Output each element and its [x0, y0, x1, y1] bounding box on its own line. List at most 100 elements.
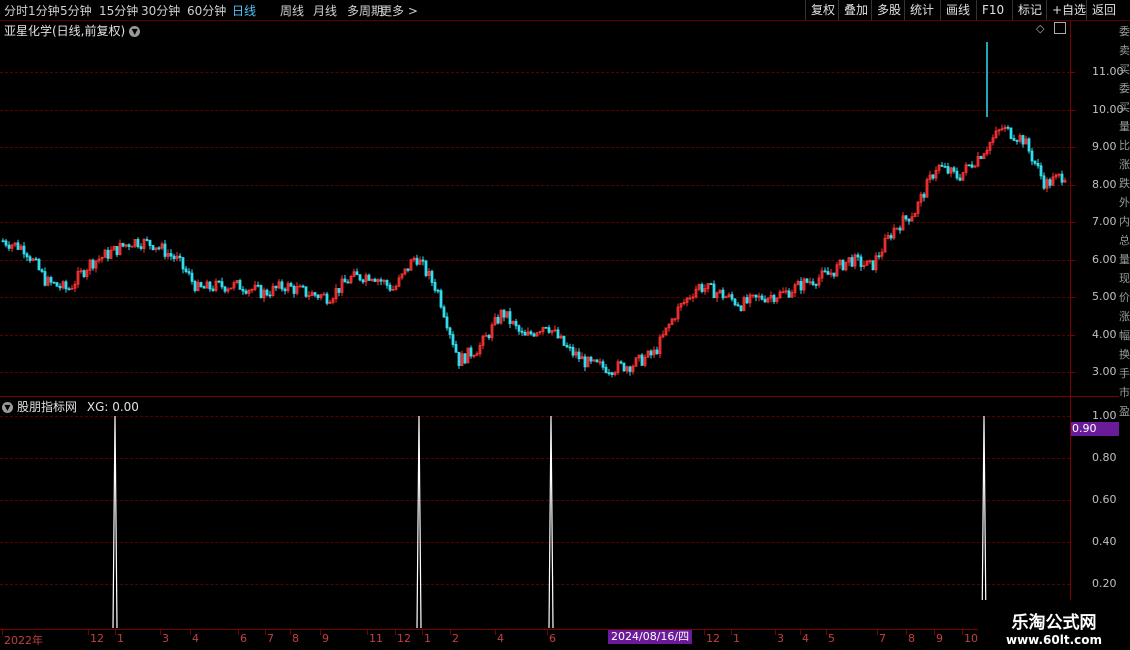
candle-body	[952, 167, 956, 172]
x-tick	[775, 630, 776, 635]
ruler-char: 价	[1119, 291, 1130, 304]
toolbar-button[interactable]: +自选	[1046, 0, 1091, 20]
candle-body	[241, 288, 245, 292]
x-tick-label: 6	[549, 632, 556, 645]
x-tick	[731, 630, 732, 635]
x-tick	[826, 630, 827, 635]
toolbar-button[interactable]: 叠加	[838, 0, 873, 20]
x-tick	[800, 630, 801, 635]
toolbar-button[interactable]: F10	[976, 0, 1009, 20]
x-tick-label: 8	[908, 632, 915, 645]
candle-body	[358, 274, 362, 281]
x-tick	[395, 630, 396, 635]
candle-body	[1012, 138, 1016, 141]
x-tick	[495, 630, 496, 635]
candle-body	[1009, 127, 1013, 139]
candle-body	[58, 285, 62, 289]
candle-body	[292, 285, 296, 294]
y-tick-label: 5.00	[1092, 290, 1117, 303]
candle-body	[1036, 162, 1040, 167]
toolbar-button[interactable]: 画线	[940, 0, 975, 20]
indicator-chart[interactable]	[0, 398, 1070, 628]
cursor-date-badge: 2024/08/16/四	[608, 630, 693, 644]
candle-body	[64, 281, 68, 290]
candle-body	[826, 271, 830, 275]
ruler-char: 涨	[1119, 158, 1130, 171]
candle-body	[943, 165, 947, 168]
candle-body	[958, 177, 962, 181]
candle-body	[517, 325, 521, 332]
x-tick	[115, 630, 116, 635]
candle-body	[190, 272, 194, 282]
candle-body	[283, 288, 287, 292]
candle-body	[547, 327, 551, 333]
period-tab[interactable]: 更多 >	[380, 2, 418, 19]
candle-body	[280, 281, 284, 290]
period-tab[interactable]: 日线	[232, 2, 256, 19]
period-tab[interactable]: 60分钟	[187, 2, 226, 19]
candle-body	[871, 260, 875, 271]
x-tick-label: 5	[828, 632, 835, 645]
toolbar-button[interactable]: 统计	[904, 0, 939, 20]
period-tab[interactable]: 周线	[280, 2, 304, 19]
candle-body	[1030, 150, 1034, 162]
candle-body	[127, 244, 131, 247]
candle-body	[172, 255, 176, 260]
ruler-char: 跌	[1119, 177, 1130, 190]
period-tab[interactable]: 5分钟	[60, 2, 92, 19]
x-tick	[422, 630, 423, 635]
candle-body	[52, 281, 56, 284]
period-tab[interactable]: 15分钟	[99, 2, 138, 19]
period-tab[interactable]: 月线	[313, 2, 337, 19]
candle-body	[40, 269, 44, 272]
candle-body	[304, 286, 308, 297]
y-tick-label: 7.00	[1092, 215, 1117, 228]
candle-body	[700, 284, 704, 292]
candle-body	[184, 268, 188, 273]
candle-body	[754, 294, 758, 298]
candle-body	[337, 288, 341, 293]
candle-body	[1015, 140, 1019, 142]
candle-body	[805, 278, 809, 283]
candle-body	[877, 255, 881, 258]
watermark-title: 乐淘公式网	[1011, 613, 1097, 633]
candle-body	[211, 288, 215, 291]
candle-body	[406, 268, 410, 271]
candle-body	[463, 353, 467, 364]
ruler-char: 盈	[1119, 405, 1130, 418]
candle-body	[739, 305, 743, 311]
period-tab[interactable]: 1分钟	[28, 2, 60, 19]
ruler-char: 涨	[1119, 310, 1130, 323]
candle-body	[436, 289, 440, 292]
xg-signal-spike	[112, 415, 118, 628]
toolbar-button[interactable]: 返回	[1086, 0, 1121, 20]
candle-body	[850, 257, 854, 267]
x-tick-label: 10	[964, 632, 978, 645]
x-tick	[320, 630, 321, 635]
toolbar-button[interactable]: 标记	[1012, 0, 1047, 20]
period-tab[interactable]: 30分钟	[141, 2, 180, 19]
toolbar-button[interactable]: 多股	[871, 0, 906, 20]
candle-body	[811, 281, 815, 285]
candle-body	[265, 289, 269, 296]
y-tick-label: 0.20	[1092, 577, 1117, 590]
period-tab[interactable]: 分时	[4, 2, 28, 19]
candle-body	[502, 309, 506, 318]
candle-body	[772, 295, 776, 302]
candle-body	[946, 166, 950, 174]
ruler-char: 卖	[1119, 44, 1130, 57]
toolbar-button[interactable]: 复权	[805, 0, 840, 20]
candle-body	[151, 245, 155, 251]
candle-body	[421, 259, 425, 262]
ruler-char: 现	[1119, 272, 1130, 285]
period-tab[interactable]: 多周期	[347, 2, 383, 19]
candle-body	[787, 290, 791, 298]
candlestick-chart[interactable]	[0, 22, 1070, 397]
candle-body	[223, 286, 227, 292]
x-tick-label: 3	[162, 632, 169, 645]
candle-body	[736, 304, 740, 307]
ruler-char: 量	[1119, 120, 1130, 133]
x-tick	[962, 630, 963, 635]
candle-body	[445, 316, 449, 329]
ruler-char: 委	[1119, 25, 1130, 38]
